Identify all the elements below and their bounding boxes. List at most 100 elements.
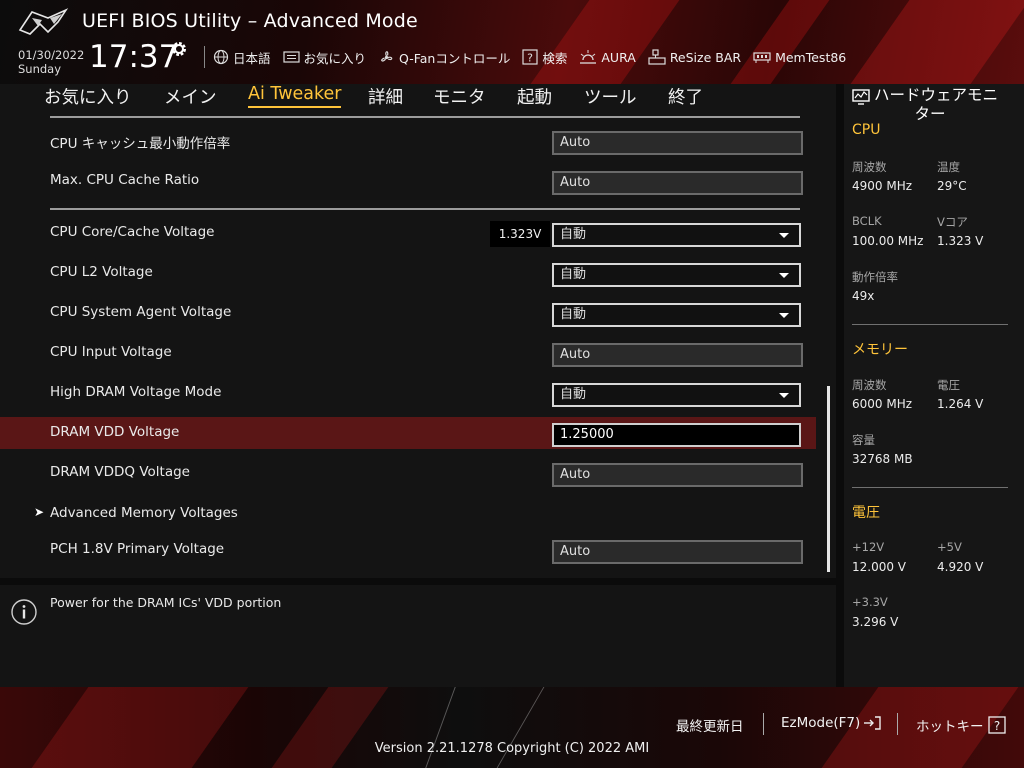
qfan-button[interactable]: Q-Fanコントロール: [378, 48, 510, 67]
globe-icon: [213, 49, 229, 65]
qfan-label: Q-Fanコントロール: [399, 50, 511, 66]
setting-label: CPU System Agent Voltage: [50, 304, 232, 320]
max-cpu-cache-ratio-field[interactable]: Auto: [552, 171, 803, 195]
tab-favorites[interactable]: お気に入り: [44, 84, 132, 109]
v12-label: +12V: [852, 540, 885, 554]
cpu-temp-label: 温度: [937, 160, 960, 174]
cpu-l2-voltage-dropdown[interactable]: 自動: [552, 263, 801, 287]
footer-bar: 最終更新日 EzMode(F7) ホットキー ? Version 2.21.12…: [0, 687, 1024, 768]
setting-row-cpu-l2-voltage[interactable]: CPU L2 Voltage 自動: [0, 257, 816, 289]
setting-label: PCH 1.8V Primary Voltage: [50, 541, 225, 557]
chevron-down-icon: [779, 273, 789, 278]
help-text: Power for the DRAM ICs' VDD portion: [50, 595, 282, 610]
monitor-title: ハードウェアモニ ター: [852, 86, 1022, 124]
submenu-label: Advanced Memory Voltages: [50, 505, 238, 521]
rog-logo-icon: [18, 8, 69, 35]
aura-icon: [580, 50, 597, 64]
scrollbar-thumb[interactable]: [827, 386, 830, 572]
dropdown-value: 自動: [560, 267, 587, 282]
section-divider: [50, 208, 800, 210]
monitor-divider: [852, 324, 1008, 325]
cpu-system-agent-voltage-dropdown[interactable]: 自動: [552, 303, 801, 327]
tab-advanced[interactable]: 詳細: [368, 84, 403, 109]
pch-1-8v-primary-voltage-field[interactable]: Auto: [552, 540, 803, 564]
high-dram-voltage-mode-dropdown[interactable]: 自動: [552, 383, 801, 407]
monitor-icon: [852, 89, 870, 105]
v5-label: +5V: [937, 540, 962, 554]
v5-value: 4.920 V: [937, 560, 984, 574]
monitor-title-line1: ハードウェアモニ: [874, 86, 999, 104]
dropdown-value: 自動: [560, 227, 587, 242]
cpu-core-cache-voltage-dropdown[interactable]: 自動: [552, 223, 801, 247]
hardware-monitor-panel: ハードウェアモニ ター CPU 周波数 温度 4900 MHz 29°C BCL…: [844, 84, 1024, 687]
ratio-value: 49x: [852, 289, 875, 303]
section-divider: [50, 116, 800, 118]
favorites-button[interactable]: お気に入り: [282, 48, 367, 67]
gear-icon[interactable]: [170, 40, 188, 58]
setting-row-high-dram-voltage-mode[interactable]: High DRAM Voltage Mode 自動: [0, 377, 816, 409]
mem-freq-value: 6000 MHz: [852, 397, 913, 411]
version-text: Version 2.21.1278 Copyright (C) 2022 AMI: [374, 741, 650, 756]
date-text: 01/30/2022: [18, 48, 85, 62]
last-modified-button[interactable]: 最終更新日: [676, 715, 744, 735]
memtest-icon: [753, 52, 771, 63]
search-button[interactable]: ? 検索: [522, 48, 567, 67]
mem-volt-label: 電圧: [937, 378, 960, 392]
setting-label: CPU L2 Voltage: [50, 264, 153, 280]
mem-cap-label: 容量: [852, 433, 875, 447]
ezmode-button[interactable]: EzMode(F7): [781, 715, 882, 731]
chevron-down-icon: [779, 233, 789, 238]
setting-row-dram-vddq-voltage[interactable]: DRAM VDDQ Voltage Auto: [0, 457, 816, 489]
aura-label: AURA: [601, 49, 636, 65]
setting-row-dram-vdd-voltage[interactable]: DRAM VDD Voltage 1.25000: [0, 417, 816, 449]
bclk-label: BCLK: [852, 214, 882, 228]
tab-ai-tweaker[interactable]: Ai Tweaker: [248, 84, 342, 108]
favorites-label: お気に入り: [303, 50, 367, 66]
memtest-button[interactable]: MemTest86: [753, 50, 846, 65]
v33-value: 3.296 V: [852, 615, 899, 629]
setting-row-cpu-cache-min-ratio[interactable]: CPU キャッシュ最小動作倍率 Auto: [0, 125, 816, 157]
tab-main[interactable]: メイン: [164, 84, 217, 109]
setting-label: High DRAM Voltage Mode: [50, 384, 222, 400]
hotkeys-button[interactable]: ホットキー ?: [916, 715, 1006, 735]
tab-monitor[interactable]: モニタ: [433, 84, 486, 109]
setting-label: DRAM VDD Voltage: [50, 424, 180, 440]
setting-label: CPU Core/Cache Voltage: [50, 224, 215, 240]
setting-label: Max. CPU Cache Ratio: [50, 172, 200, 188]
setting-row-cpu-system-agent-voltage[interactable]: CPU System Agent Voltage 自動: [0, 297, 816, 329]
tab-tool[interactable]: ツール: [584, 84, 637, 109]
setting-row-pch-1-8v-primary-voltage[interactable]: PCH 1.8V Primary Voltage Auto: [0, 534, 816, 566]
submenu-advanced-memory-voltages[interactable]: ➤ Advanced Memory Voltages: [0, 498, 816, 530]
mem-volt-value: 1.264 V: [937, 397, 984, 411]
vcore-value: 1.323 V: [937, 234, 984, 248]
setting-row-max-cpu-cache-ratio[interactable]: Max. CPU Cache Ratio Auto: [0, 165, 816, 197]
svg-text:?: ?: [527, 52, 533, 65]
dram-vdd-voltage-input[interactable]: 1.25000: [552, 423, 801, 447]
cpu-temp-value: 29°C: [937, 179, 967, 193]
hotkeys-label: ホットキー: [916, 719, 984, 735]
cpu-cache-min-ratio-field[interactable]: Auto: [552, 131, 803, 155]
tab-boot[interactable]: 起動: [517, 84, 552, 109]
setting-row-cpu-core-cache-voltage[interactable]: CPU Core/Cache Voltage 1.323V 自動: [0, 217, 816, 249]
info-icon: [11, 599, 37, 625]
svg-text:?: ?: [993, 719, 999, 733]
cpu-input-voltage-field[interactable]: Auto: [552, 343, 803, 367]
fan-icon: [381, 50, 393, 62]
help-panel: Power for the DRAM ICs' VDD portion: [0, 585, 836, 687]
dram-vddq-voltage-field[interactable]: Auto: [552, 463, 803, 487]
resize-bar-button[interactable]: ReSize BAR: [648, 48, 741, 66]
mem-cap-value: 32768 MB: [852, 452, 913, 466]
toolbar-divider: [204, 46, 205, 68]
help-key-icon: ?: [987, 716, 1006, 734]
cpu-freq-value: 4900 MHz: [852, 179, 913, 193]
setting-row-cpu-input-voltage[interactable]: CPU Input Voltage Auto: [0, 337, 816, 369]
day-text: Sunday: [18, 62, 62, 76]
aura-button[interactable]: AURA: [579, 49, 636, 65]
vcore-label: Vコア: [937, 215, 968, 229]
monitor-divider: [852, 487, 1008, 488]
language-button[interactable]: 日本語: [213, 48, 271, 67]
v12-value: 12.000 V: [852, 560, 907, 574]
chevron-down-icon: [779, 313, 789, 318]
tab-exit[interactable]: 終了: [668, 84, 703, 109]
memory-heading: メモリー: [852, 342, 908, 358]
